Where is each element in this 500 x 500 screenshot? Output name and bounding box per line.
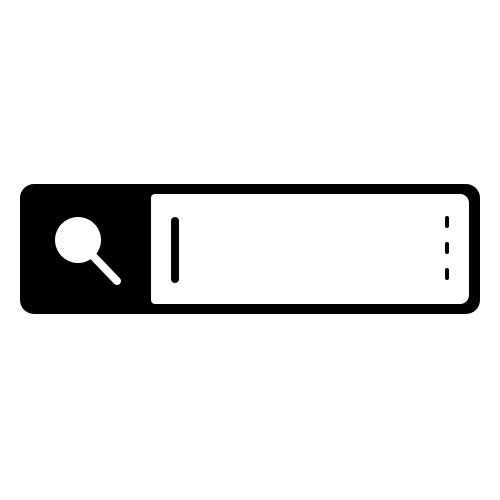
dashed-scroll-indicator xyxy=(445,216,449,286)
dash-segment xyxy=(445,216,449,228)
search-bar xyxy=(20,184,480,314)
text-cursor xyxy=(171,217,179,283)
dash-segment xyxy=(445,242,449,254)
search-button[interactable] xyxy=(20,184,150,314)
search-icon xyxy=(55,217,121,285)
search-input[interactable] xyxy=(151,194,469,304)
dash-segment xyxy=(445,268,449,280)
canvas xyxy=(0,0,500,500)
